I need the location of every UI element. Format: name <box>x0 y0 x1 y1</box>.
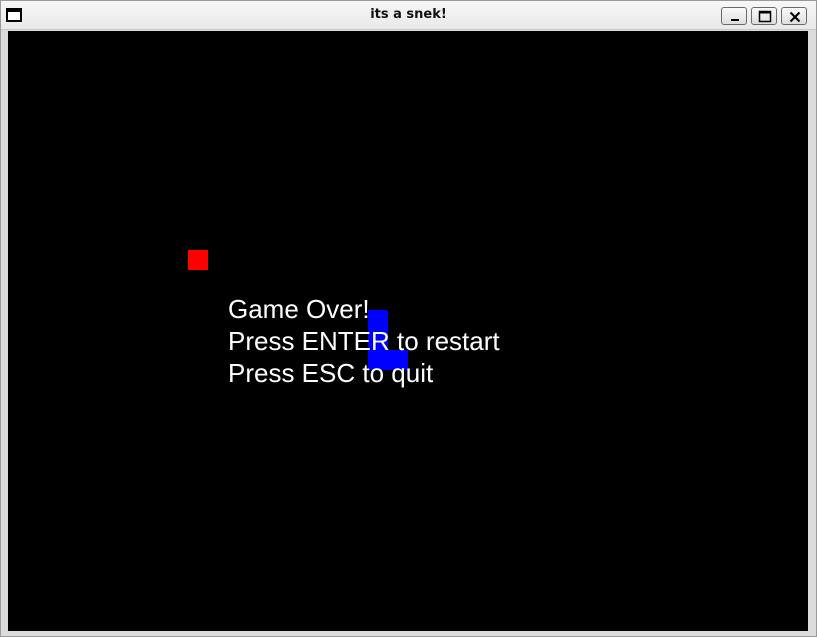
minimize-button[interactable] <box>721 7 747 25</box>
minimize-icon <box>731 19 739 21</box>
food-pellet <box>188 250 208 270</box>
title-bar[interactable]: its a snek! <box>1 1 816 30</box>
maximize-button[interactable] <box>751 7 777 25</box>
close-button[interactable] <box>781 7 807 25</box>
close-icon <box>789 11 801 23</box>
restart-instruction: Press ENTER to restart <box>228 326 500 356</box>
quit-instruction: Press ESC to quit <box>228 358 434 388</box>
game-canvas[interactable]: Game Over! Press ENTER to restart Press … <box>8 31 808 631</box>
maximize-icon <box>758 10 772 23</box>
window-title: its a snek! <box>370 7 447 22</box>
game-over-text: Game Over! <box>228 294 370 324</box>
app-window: its a snek! Game Over! Press ENTER to re <box>0 0 817 637</box>
